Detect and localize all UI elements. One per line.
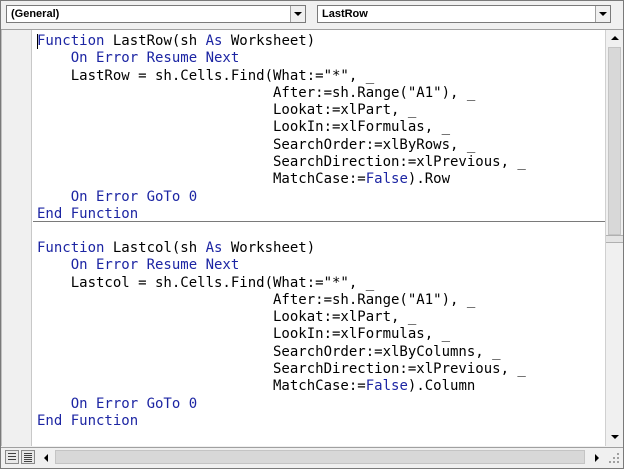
code-keyword: As [205, 240, 223, 256]
procedure-separator [33, 221, 606, 222]
code-keyword: End Function [37, 412, 139, 429]
arrow-down-icon[interactable] [607, 430, 622, 445]
code-keyword: On Error Resume Next [70, 50, 240, 67]
code-text: Lookat:=xlPart, _ [37, 309, 417, 326]
code-text: SearchOrder:=xlByColumns, _ [37, 343, 501, 360]
code-text: SearchDirection:=xlPrevious, _ [37, 361, 526, 378]
object-combo-value: (General) [11, 8, 60, 20]
code-text: LookIn:=xlFormulas, _ [37, 119, 451, 136]
code-line[interactable]: SearchDirection:=xlPrevious, _ [37, 361, 526, 378]
code-text: SearchDirection:=xlPrevious, _ [37, 154, 526, 171]
code-text: Worksheet) [222, 33, 316, 49]
code-line[interactable]: MatchCase:=False).Row [37, 171, 526, 188]
code-text: LastRow = sh.Cells.Find(What:="*", _ [37, 67, 375, 84]
code-keyword: As [205, 33, 223, 49]
size-grip-icon[interactable] [606, 450, 622, 466]
code-keyword: 0 [180, 395, 198, 412]
code-text: Lookat:=xlPart, _ [37, 102, 417, 119]
code-line[interactable]: On Error Resume Next [37, 257, 526, 274]
code-keyword: On Error Resume Next [70, 257, 240, 274]
code-text: After:=sh.Range("A1"), _ [37, 291, 476, 308]
code-line[interactable]: SearchOrder:=xlByColumns, _ [37, 344, 526, 361]
combo-toolbar: (General) LastRow [1, 1, 623, 30]
code-text: ).Row [407, 171, 451, 188]
code-line[interactable]: On Error Resume Next [37, 50, 526, 67]
procedure-combo[interactable]: LastRow [317, 5, 611, 23]
code-line[interactable]: After:=sh.Range("A1"), _ [37, 85, 526, 102]
chevron-down-icon[interactable] [290, 6, 305, 22]
code-keyword: 0 [180, 188, 198, 205]
code-line[interactable]: Lookat:=xlPart, _ [37, 309, 526, 326]
object-combo[interactable]: (General) [6, 5, 306, 23]
arrow-up-icon[interactable] [607, 31, 622, 46]
code-text: Worksheet) [222, 240, 316, 256]
procedure-combo-value: LastRow [322, 8, 368, 20]
code-text: LookIn:=xlFormulas, _ [37, 326, 451, 343]
code-text: LastRow(sh [104, 33, 206, 49]
code-text: MatchCase:= [37, 378, 366, 395]
code-line[interactable]: On Error GoTo 0 [37, 396, 526, 413]
code-line[interactable]: SearchOrder:=xlByRows, _ [37, 137, 526, 154]
code-keyword: On Error GoTo [70, 188, 181, 205]
code-text: ).Column [407, 378, 476, 395]
code-keyword: Function [37, 240, 105, 256]
procedure-lastrow[interactable]: Function LastRow(sh As Worksheet) On Err… [37, 33, 526, 223]
margin-indicator-bar[interactable] [2, 30, 32, 446]
arrow-right-icon[interactable] [589, 450, 604, 465]
code-line[interactable]: On Error GoTo 0 [37, 189, 526, 206]
code-line[interactable]: Lookat:=xlPart, _ [37, 102, 526, 119]
horizontal-scroll-thumb[interactable] [55, 450, 585, 464]
code-line[interactable]: Function Lastcol(sh As Worksheet) [37, 240, 526, 257]
code-line[interactable]: LookIn:=xlFormulas, _ [37, 326, 526, 343]
code-line[interactable]: LookIn:=xlFormulas, _ [37, 119, 526, 136]
code-text: SearchOrder:=xlByRows, _ [37, 136, 476, 153]
code-line[interactable]: SearchDirection:=xlPrevious, _ [37, 154, 526, 171]
code-text: Lastcol = sh.Cells.Find(What:="*", _ [37, 274, 375, 291]
code-text: MatchCase:= [37, 171, 366, 188]
arrow-left-icon[interactable] [39, 450, 54, 465]
full-module-view-icon[interactable] [21, 450, 35, 464]
procedure-view-icon[interactable] [5, 450, 19, 464]
code-editor[interactable]: Function LastRow(sh As Worksheet) On Err… [1, 30, 606, 446]
vertical-scroll-thumb[interactable] [608, 47, 621, 235]
vba-code-window: (General) LastRow Function LastRow(sh As… [0, 0, 624, 469]
vertical-scrollbar[interactable] [605, 30, 623, 446]
code-keyword: False [365, 171, 408, 188]
split-bar[interactable] [606, 235, 623, 243]
bottom-bar [1, 447, 623, 468]
code-keyword: False [365, 378, 408, 395]
code-keyword: On Error GoTo [70, 395, 181, 412]
code-line[interactable]: After:=sh.Range("A1"), _ [37, 292, 526, 309]
code-text: After:=sh.Range("A1"), _ [37, 84, 476, 101]
code-text: Lastcol(sh [104, 240, 206, 256]
code-line[interactable]: End Function [37, 413, 526, 430]
code-keyword: End Function [37, 205, 139, 222]
code-line[interactable]: Function LastRow(sh As Worksheet) [37, 33, 526, 50]
code-line[interactable]: LastRow = sh.Cells.Find(What:="*", _ [37, 68, 526, 85]
chevron-down-icon[interactable] [595, 6, 610, 22]
procedure-lastcol[interactable]: Function Lastcol(sh As Worksheet) On Err… [37, 240, 526, 430]
code-keyword: Function [37, 33, 105, 49]
code-line[interactable]: Lastcol = sh.Cells.Find(What:="*", _ [37, 275, 526, 292]
code-line[interactable]: MatchCase:=False).Column [37, 378, 526, 395]
